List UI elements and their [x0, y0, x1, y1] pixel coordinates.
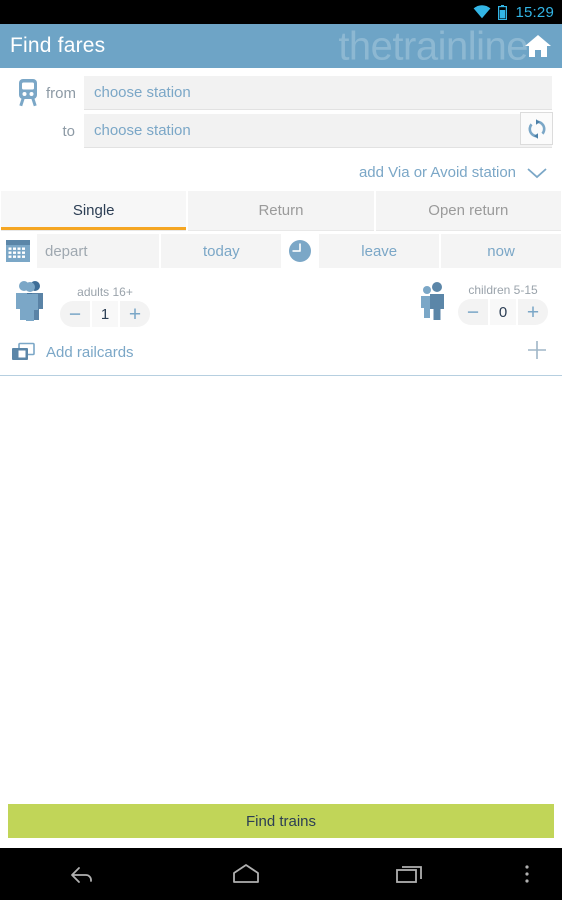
- adults-increment-button[interactable]: +: [120, 301, 150, 327]
- brand-watermark: thetrainline: [338, 24, 528, 68]
- railcards-icon: [8, 342, 42, 364]
- to-station-field[interactable]: choose station: [84, 114, 552, 148]
- nav-overflow-button[interactable]: [492, 861, 562, 887]
- nav-home-button[interactable]: [164, 861, 328, 887]
- adults-control: adults 16+ − 1 +: [60, 285, 150, 327]
- wifi-icon: [473, 5, 491, 19]
- from-label: from: [46, 84, 76, 102]
- adults-group: adults 16+ − 1 +: [8, 278, 150, 327]
- overflow-menu-icon: [525, 865, 529, 883]
- battery-icon: [498, 4, 508, 20]
- from-station-row[interactable]: from choose station: [10, 76, 552, 110]
- passengers-row: adults 16+ − 1 + children 5-15 − 0 +: [0, 268, 562, 333]
- depart-date-value[interactable]: today: [161, 234, 282, 268]
- children-stepper: − 0 +: [458, 299, 548, 325]
- status-bar: 15:29: [0, 0, 562, 24]
- children-caption: children 5-15: [468, 283, 538, 297]
- app-screen: 15:29 Find fares thetrainline from choos…: [0, 0, 562, 900]
- chevron-down-icon: [527, 167, 547, 178]
- swap-stations-button[interactable]: [520, 112, 553, 145]
- adults-icon: [8, 278, 52, 327]
- clock-icon: [283, 237, 317, 265]
- home-icon: [525, 35, 551, 57]
- add-railcards-label: Add railcards: [46, 344, 134, 361]
- tab-return-label: Return: [258, 202, 304, 219]
- tab-return[interactable]: Return: [188, 191, 374, 231]
- app-header: Find fares thetrainline: [0, 24, 562, 68]
- tab-single[interactable]: Single: [1, 191, 187, 231]
- leave-label[interactable]: leave: [319, 234, 440, 268]
- page-title: Find fares: [10, 34, 106, 57]
- calendar-icon: [1, 237, 35, 265]
- adults-decrement-button[interactable]: −: [60, 301, 90, 327]
- adults-value[interactable]: 1: [92, 301, 118, 327]
- adults-caption: adults 16+: [77, 285, 133, 299]
- to-station-row[interactable]: to choose station: [10, 114, 552, 148]
- add-railcards-button[interactable]: [526, 339, 548, 366]
- tab-open-return[interactable]: Open return: [375, 191, 561, 231]
- children-increment-button[interactable]: +: [518, 299, 548, 325]
- nav-recents-button[interactable]: [328, 861, 492, 887]
- journey-stations: from choose station to choose station: [0, 68, 562, 156]
- children-icon: [418, 280, 450, 325]
- back-icon: [71, 867, 92, 883]
- children-decrement-button[interactable]: −: [458, 299, 488, 325]
- cta-container: Find trains: [0, 804, 562, 848]
- via-avoid-label: add Via or Avoid station: [358, 164, 516, 181]
- plus-icon: [528, 341, 546, 359]
- children-group: children 5-15 − 0 +: [418, 280, 548, 325]
- android-nav-bar: [0, 848, 562, 900]
- datetime-row: depart today leave now: [0, 234, 562, 268]
- depart-label[interactable]: depart: [37, 234, 160, 268]
- status-time: 15:29: [515, 3, 554, 21]
- tab-open-return-label: Open return: [428, 202, 509, 219]
- children-control: children 5-15 − 0 +: [458, 283, 548, 325]
- recents-icon: [396, 866, 422, 883]
- add-railcards-row[interactable]: Add railcards: [0, 333, 562, 376]
- leave-time-value[interactable]: now: [441, 234, 561, 268]
- ticket-type-tabs: Single Return Open return: [0, 191, 562, 231]
- from-station-field[interactable]: choose station: [84, 76, 552, 110]
- header-home-button[interactable]: [524, 33, 552, 59]
- adults-stepper: − 1 +: [60, 301, 150, 327]
- home-icon: [233, 864, 259, 883]
- tab-single-label: Single: [72, 202, 115, 219]
- find-trains-button[interactable]: Find trains: [8, 804, 554, 838]
- children-value[interactable]: 0: [490, 299, 516, 325]
- nav-back-button[interactable]: [0, 861, 164, 887]
- via-avoid-row[interactable]: add Via or Avoid station: [0, 156, 562, 191]
- content-spacer: [0, 376, 562, 804]
- swap-stations-icon: [528, 118, 545, 139]
- to-label: to: [62, 122, 75, 140]
- train-icon: [10, 78, 46, 108]
